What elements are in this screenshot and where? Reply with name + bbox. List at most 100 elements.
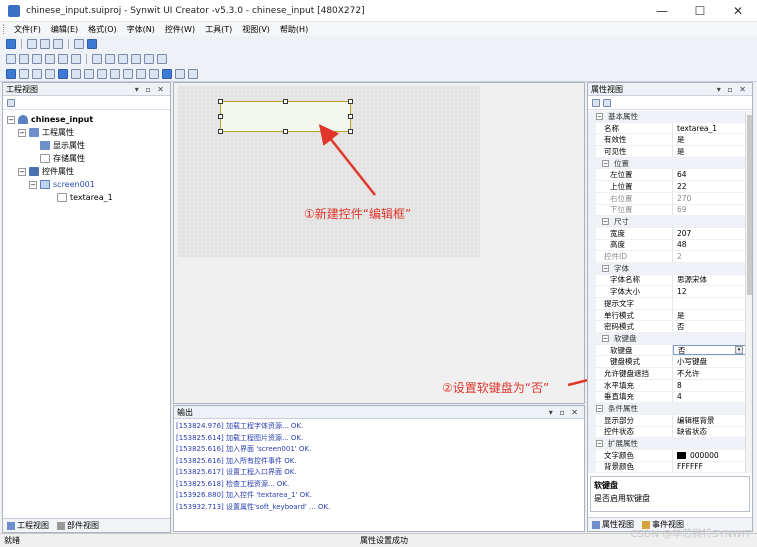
minimize-button[interactable]: —: [643, 0, 681, 22]
label-control-icon[interactable]: [19, 68, 29, 79]
paste-icon[interactable]: [53, 38, 63, 49]
clock-control-icon[interactable]: [188, 68, 198, 79]
collapse-icon[interactable]: −: [18, 128, 26, 137]
property-row[interactable]: 宽度 207: [588, 227, 746, 240]
tab-component-view[interactable]: 部件视图: [57, 520, 99, 531]
menu-view[interactable]: 视图(V): [237, 24, 275, 35]
circle-control-icon[interactable]: [162, 68, 172, 79]
property-row[interactable]: 背景颜色 FFFFFF: [588, 461, 746, 473]
menu-help[interactable]: 帮助(H): [275, 24, 313, 35]
property-row[interactable]: 垂直填充 4: [588, 391, 746, 404]
property-row[interactable]: 显示部分 编辑框背景: [588, 414, 746, 427]
property-row[interactable]: 允许键盘遮挡 不允许: [588, 368, 746, 380]
property-value[interactable]: 000000: [673, 450, 746, 461]
property-category[interactable]: − 软键盘: [588, 333, 746, 345]
chart-control-icon[interactable]: [110, 68, 120, 79]
property-category[interactable]: − 基本属性: [588, 111, 746, 123]
menu-edit[interactable]: 编辑(E): [46, 24, 83, 35]
collapse-icon[interactable]: −: [596, 405, 603, 413]
property-row[interactable]: 密码模式否: [588, 321, 746, 334]
resize-handle[interactable]: [218, 129, 223, 134]
distribute-v-icon[interactable]: [144, 53, 154, 64]
align-bottom-icon[interactable]: [71, 53, 81, 64]
collapse-icon[interactable]: −: [7, 115, 15, 124]
property-row[interactable]: 下位置 69: [588, 204, 746, 217]
property-row[interactable]: 水平填充 8: [588, 379, 746, 392]
property-row[interactable]: 控件ID 2: [588, 251, 746, 263]
property-value[interactable]: 是: [673, 134, 746, 145]
property-category[interactable]: − 扩展属性: [588, 438, 746, 450]
collapse-icon[interactable]: −: [602, 218, 609, 226]
property-row[interactable]: 单行模式是: [588, 309, 746, 322]
property-row[interactable]: 控件状态 缺省状态: [588, 426, 746, 439]
property-category[interactable]: − 字体: [588, 262, 746, 275]
keyboard-control-icon[interactable]: [175, 68, 185, 79]
property-value[interactable]: 否 ▾: [673, 344, 746, 356]
line-control-icon[interactable]: [136, 68, 146, 79]
resize-handle[interactable]: [218, 114, 223, 119]
tree-node-project[interactable]: − chinese_input: [7, 113, 170, 126]
collapse-icon[interactable]: −: [29, 180, 37, 189]
property-row[interactable]: 文字颜色 000000: [588, 449, 746, 462]
property-value[interactable]: 否: [673, 321, 746, 332]
distribute-h-icon[interactable]: [131, 53, 141, 64]
property-row[interactable]: 有效性是: [588, 134, 746, 147]
gauge-control-icon[interactable]: [84, 68, 94, 79]
resize-handle[interactable]: [283, 129, 288, 134]
same-size-icon[interactable]: [118, 53, 128, 64]
tab-project-view[interactable]: 工程视图: [7, 520, 49, 531]
project-panel-controls[interactable]: ▾ ▫ ✕: [135, 85, 166, 94]
tree-node-project-props[interactable]: − 工程属性: [7, 126, 170, 139]
textarea-widget[interactable]: [220, 101, 351, 132]
menu-file[interactable]: 文件(F): [9, 24, 46, 35]
maximize-button[interactable]: ☐: [681, 0, 719, 22]
property-row[interactable]: 右位置 270: [588, 192, 746, 205]
menu-format[interactable]: 格式(O): [83, 24, 122, 35]
cut-icon[interactable]: [27, 38, 37, 49]
output-panel-controls[interactable]: ▾ ▫ ✕: [549, 408, 580, 417]
property-value[interactable]: 编辑框背景: [673, 415, 746, 426]
property-value[interactable]: [673, 298, 746, 309]
rect-control-icon[interactable]: [149, 68, 159, 79]
property-row[interactable]: 名称 textarea_1: [588, 122, 746, 135]
menu-control[interactable]: 控件(W): [160, 24, 200, 35]
save-icon[interactable]: [6, 38, 16, 49]
property-value[interactable]: 64: [673, 169, 746, 180]
property-category[interactable]: − 尺寸: [588, 216, 746, 228]
copy-icon[interactable]: [40, 38, 50, 49]
property-category[interactable]: − 条件属性: [588, 403, 746, 415]
property-value[interactable]: 8: [673, 380, 746, 391]
tree-node-storage-props[interactable]: 存储属性: [7, 152, 170, 165]
sort-alpha-icon[interactable]: [603, 98, 611, 107]
textarea-control-icon[interactable]: [123, 68, 133, 79]
resize-handle[interactable]: [218, 99, 223, 104]
checkbox-control-icon[interactable]: [45, 68, 55, 79]
tree-node-control-props[interactable]: − 控件属性: [7, 165, 170, 178]
property-value[interactable]: 思源宋体: [673, 275, 746, 286]
tab-property-view[interactable]: 属性视图: [592, 519, 634, 530]
resize-handle[interactable]: [348, 114, 353, 119]
property-row[interactable]: 字体名称 思源宋体: [588, 274, 746, 287]
property-value[interactable]: 207: [673, 228, 746, 239]
property-value[interactable]: 2: [673, 251, 746, 262]
tree-node-screen[interactable]: − screen001: [7, 178, 170, 191]
image-control-icon[interactable]: [32, 68, 42, 79]
resize-handle[interactable]: [348, 129, 353, 134]
property-category[interactable]: − 位置: [588, 157, 746, 170]
property-value[interactable]: 22: [673, 181, 746, 192]
collapse-icon[interactable]: −: [602, 159, 609, 167]
print-icon[interactable]: [74, 38, 84, 49]
screen-canvas[interactable]: [178, 86, 480, 257]
align-center-icon[interactable]: [19, 53, 29, 64]
folder-icon[interactable]: [7, 98, 15, 107]
button-control-icon[interactable]: [6, 68, 16, 79]
tree-node-display-props[interactable]: 显示属性: [7, 139, 170, 152]
property-row[interactable]: 提示文字: [588, 298, 746, 310]
property-value[interactable]: FFFFFF: [673, 462, 746, 473]
property-row[interactable]: 字体大小 12: [588, 286, 746, 298]
property-value[interactable]: 是: [673, 146, 746, 157]
collapse-icon[interactable]: −: [602, 264, 609, 272]
property-row[interactable]: 上位置 22: [588, 181, 746, 193]
collapse-icon[interactable]: −: [596, 440, 603, 448]
progress-control-icon[interactable]: [71, 68, 81, 79]
